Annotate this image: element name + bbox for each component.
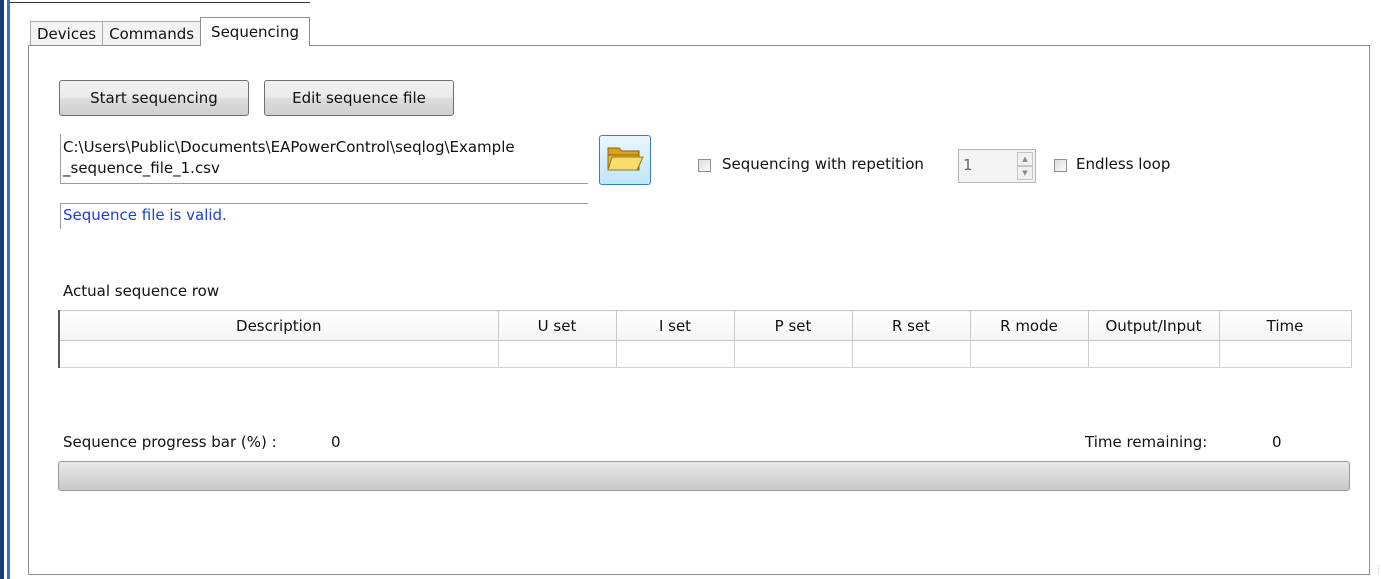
sequence-file-path-field[interactable]: C:\Users\Public\Documents\EAPowerControl…: [60, 134, 588, 184]
tab-devices[interactable]: Devices: [30, 21, 104, 46]
progress-value: 0: [331, 433, 341, 451]
sequence-table-title: Actual sequence row: [63, 282, 220, 300]
col-r-set: R set: [851, 310, 971, 341]
start-sequencing-button[interactable]: Start sequencing: [59, 80, 249, 116]
repetition-label: Sequencing with repetition: [722, 155, 924, 173]
table-cell: [615, 340, 735, 368]
progress-label: Sequence progress bar (%) :: [63, 433, 277, 451]
time-remaining-label: Time remaining:: [1085, 433, 1208, 451]
table-cell: [497, 340, 617, 368]
table-cell: [969, 340, 1089, 368]
table-cell: [58, 340, 499, 368]
col-r-mode: R mode: [969, 310, 1089, 341]
col-i-set: I set: [615, 310, 735, 341]
endless-loop-label: Endless loop: [1076, 155, 1171, 173]
table-cell: [851, 340, 971, 368]
folder-open-icon: [606, 143, 644, 177]
col-time: Time: [1218, 310, 1352, 341]
table-cell: [733, 340, 853, 368]
tab-sequencing[interactable]: Sequencing: [200, 17, 311, 46]
repetition-checkbox[interactable]: [698, 159, 711, 172]
table-cell: [1087, 340, 1220, 368]
sequence-progress-bar: [58, 461, 1350, 491]
col-description: Description: [58, 310, 499, 341]
col-u-set: U set: [497, 310, 617, 341]
table-cell: [1218, 340, 1352, 368]
repetition-count-spinner[interactable]: 1 ▲ ▼: [958, 149, 1036, 183]
browse-file-button[interactable]: [599, 135, 651, 185]
col-p-set: P set: [733, 310, 853, 341]
window-edge-accent: [7, 0, 10, 579]
table-header-row: Description U set I set P set R set R mo…: [58, 310, 1352, 341]
clipped-title-strip: [10, 0, 340, 10]
tab-bar: Devices Commands Sequencing: [30, 17, 311, 46]
sequence-row-table: Description U set I set P set R set R mo…: [58, 310, 1352, 368]
resize-grip-icon[interactable]: ⋮: [1374, 565, 1381, 575]
edit-sequence-file-button[interactable]: Edit sequence file: [264, 80, 454, 116]
tab-commands[interactable]: Commands: [102, 21, 202, 46]
col-output-input: Output/Input: [1087, 310, 1220, 341]
endless-loop-checkbox[interactable]: [1054, 159, 1067, 172]
window-edge-dark: [0, 0, 4, 579]
spinner-down-icon[interactable]: ▼: [1017, 166, 1033, 180]
time-remaining-value: 0: [1272, 433, 1282, 451]
sequence-file-status: Sequence file is valid.: [60, 203, 588, 229]
table-row: [58, 340, 1352, 368]
repetition-count-value[interactable]: 1: [963, 156, 973, 174]
spinner-up-icon[interactable]: ▲: [1017, 152, 1033, 166]
